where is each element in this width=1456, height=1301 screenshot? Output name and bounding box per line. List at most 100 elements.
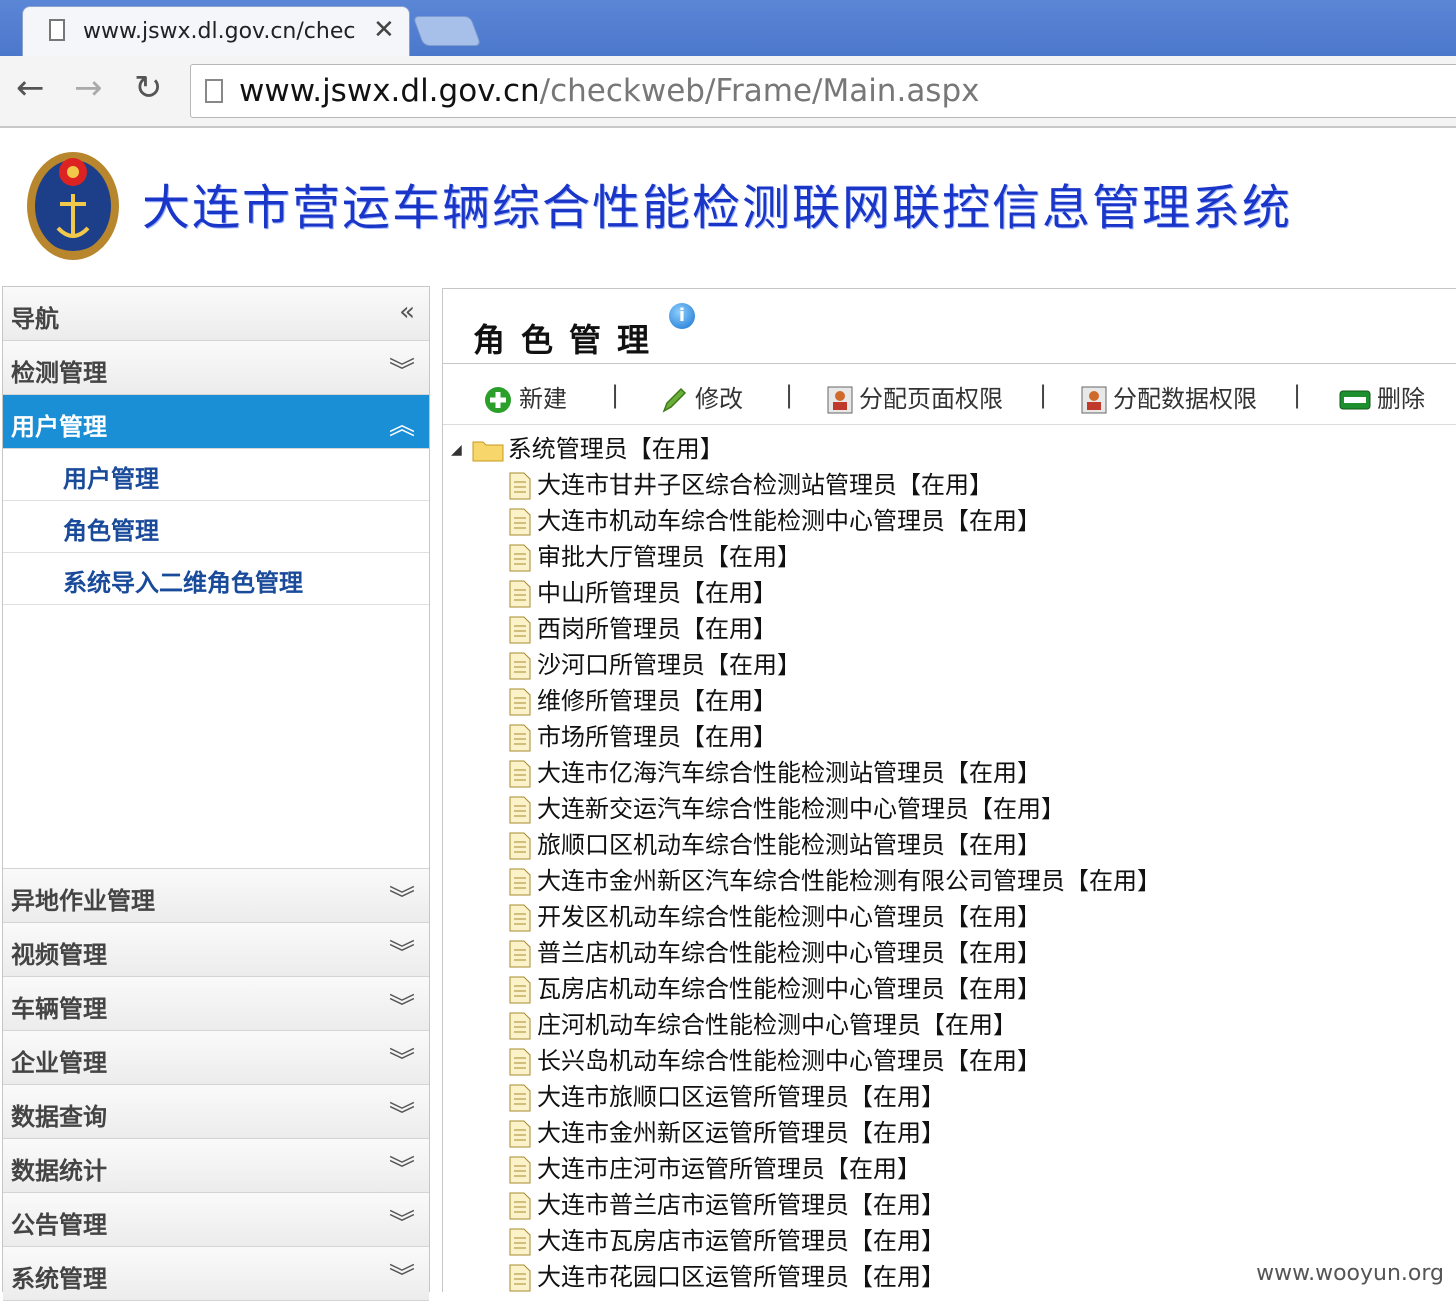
url-path: /checkweb/Frame/Main.aspx bbox=[540, 73, 980, 109]
separator: | bbox=[1039, 381, 1047, 409]
divider bbox=[443, 363, 1456, 364]
sidebar-item-label: 系统导入二维角色管理 bbox=[63, 563, 303, 598]
page-title: 角色管理 bbox=[473, 315, 665, 361]
delete-button[interactable]: 删除 bbox=[1339, 379, 1425, 414]
new-button[interactable]: 新建 bbox=[483, 379, 567, 415]
chevron-down-icon: ︾ bbox=[389, 879, 415, 916]
tree-node[interactable]: 大连市金州新区汽车综合性能检测有限公司管理员【在用】 bbox=[507, 861, 1161, 897]
tree-node[interactable]: 西岗所管理员【在用】 bbox=[507, 609, 777, 645]
sidebar-group-data-query[interactable]: 数据查询 ︾ bbox=[3, 1085, 429, 1139]
assign-page-permission-label: 分配页面权限 bbox=[859, 385, 1003, 413]
document-icon bbox=[507, 1120, 533, 1148]
sidebar-group-users[interactable]: 用户管理 ︽ bbox=[3, 395, 429, 449]
document-icon bbox=[507, 1156, 533, 1184]
collapse-icon[interactable]: « bbox=[399, 297, 415, 327]
sidebar-group-announcements[interactable]: 公告管理 ︾ bbox=[3, 1193, 429, 1247]
sidebar-group-label: 车辆管理 bbox=[11, 989, 107, 1024]
tree-node[interactable]: 长兴岛机动车综合性能检测中心管理员【在用】 bbox=[507, 1041, 1041, 1077]
url-text: www.jswx.dl.gov.cn/checkweb/Frame/Main.a… bbox=[239, 73, 979, 109]
tree-node[interactable]: 中山所管理员【在用】 bbox=[507, 573, 777, 609]
tree-node[interactable]: 大连市旅顺口区运管所管理员【在用】 bbox=[507, 1077, 945, 1113]
tab-close-icon[interactable]: ✕ bbox=[373, 15, 395, 45]
info-icon[interactable]: i bbox=[669, 303, 695, 329]
expand-arrow-icon[interactable]: ◢ bbox=[451, 442, 462, 458]
tree-node[interactable]: 普兰店机动车综合性能检测中心管理员【在用】 bbox=[507, 933, 1041, 969]
tree-node[interactable]: 大连市亿海汽车综合性能检测站管理员【在用】 bbox=[507, 753, 1041, 789]
sidebar-item-role-management[interactable]: 角色管理 bbox=[3, 501, 429, 553]
sidebar-group-system[interactable]: 系统管理 ︾ bbox=[3, 1247, 429, 1301]
page-icon bbox=[205, 79, 223, 103]
document-icon bbox=[507, 760, 533, 788]
tree-node[interactable]: 大连市瓦房店市运管所管理员【在用】 bbox=[507, 1221, 945, 1257]
tree-node[interactable]: 大连市金州新区运管所管理员【在用】 bbox=[507, 1113, 945, 1149]
user-card-icon bbox=[827, 386, 853, 414]
document-icon bbox=[507, 616, 533, 644]
tree-node-root[interactable]: ◢ 系统管理员【在用】 bbox=[451, 429, 724, 465]
sidebar-group-label: 视频管理 bbox=[11, 935, 107, 970]
sidebar-group-remote-ops[interactable]: 异地作业管理 ︾ bbox=[3, 869, 429, 923]
tree-node[interactable]: 大连新交运汽车综合性能检测中心管理员【在用】 bbox=[507, 789, 1065, 825]
sidebar-group-label: 数据查询 bbox=[11, 1097, 107, 1132]
nav-header: 导航 « bbox=[3, 287, 429, 341]
watermark: www.wooyun.org bbox=[1256, 1261, 1444, 1286]
forward-button[interactable]: → bbox=[74, 68, 103, 108]
assign-data-permission-button[interactable]: 分配数据权限 bbox=[1081, 379, 1257, 414]
sidebar-group-statistics[interactable]: 数据统计 ︾ bbox=[3, 1139, 429, 1193]
sidebar-group-video[interactable]: 视频管理 ︾ bbox=[3, 923, 429, 977]
document-icon bbox=[507, 724, 533, 752]
document-icon bbox=[507, 652, 533, 680]
sidebar-group-label: 异地作业管理 bbox=[11, 881, 155, 916]
tree-node[interactable]: 沙河口所管理员【在用】 bbox=[507, 645, 801, 681]
reload-button[interactable]: ↻ bbox=[134, 68, 163, 108]
sidebar-group-enterprise[interactable]: 企业管理 ︾ bbox=[3, 1031, 429, 1085]
tree-node[interactable]: 大连市机动车综合性能检测中心管理员【在用】 bbox=[507, 501, 1041, 537]
tree-node[interactable]: 大连市庄河市运管所管理员【在用】 bbox=[507, 1149, 921, 1185]
tree-node-label: 大连市旅顺口区运管所管理员【在用】 bbox=[537, 1083, 945, 1111]
document-icon bbox=[507, 688, 533, 716]
tree-node[interactable]: 庄河机动车综合性能检测中心管理员【在用】 bbox=[507, 1005, 1017, 1041]
edit-button[interactable]: 修改 bbox=[659, 379, 743, 415]
document-icon bbox=[507, 1012, 533, 1040]
address-bar[interactable]: www.jswx.dl.gov.cn/checkweb/Frame/Main.a… bbox=[190, 64, 1456, 118]
sidebar-group-label: 检测管理 bbox=[11, 353, 107, 388]
tree-node[interactable]: 大连市甘井子区综合检测站管理员【在用】 bbox=[507, 465, 993, 501]
main-panel: 角色管理 i 新建 | 修改 | 分配页面权限 | 分配数据权限 | 删除 ◢系… bbox=[442, 288, 1456, 1292]
tree-node-label: 西岗所管理员【在用】 bbox=[537, 615, 777, 643]
tree-node[interactable]: 开发区机动车综合性能检测中心管理员【在用】 bbox=[507, 897, 1041, 933]
tree-node[interactable]: 市场所管理员【在用】 bbox=[507, 717, 777, 753]
tree-node-label: 大连市瓦房店市运管所管理员【在用】 bbox=[537, 1227, 945, 1255]
chevron-down-icon: ︾ bbox=[389, 1041, 415, 1078]
sidebar-group-inspection[interactable]: 检测管理 ︾ bbox=[3, 341, 429, 395]
chevron-down-icon: ︾ bbox=[389, 1149, 415, 1186]
pencil-icon bbox=[659, 385, 689, 415]
back-button[interactable]: ← bbox=[16, 68, 45, 108]
tree-node[interactable]: 旅顺口区机动车综合性能检测站管理员【在用】 bbox=[507, 825, 1041, 861]
tree-node[interactable]: 维修所管理员【在用】 bbox=[507, 681, 777, 717]
sidebar-nav: 导航 « 检测管理 ︾ 用户管理 ︽ 用户管理 角色管理 系统导入二维角色管理 … bbox=[2, 286, 430, 1292]
user-card-icon bbox=[1081, 386, 1107, 414]
new-tab-button[interactable] bbox=[413, 16, 482, 46]
tree-node[interactable]: 大连市花园口区运管所管理员【在用】 bbox=[507, 1257, 945, 1293]
tree-node[interactable]: 审批大厅管理员【在用】 bbox=[507, 537, 801, 573]
page-icon bbox=[49, 19, 65, 41]
assign-page-permission-button[interactable]: 分配页面权限 bbox=[827, 379, 1003, 414]
chevron-down-icon: ︾ bbox=[389, 351, 415, 388]
tree-node-label: 大连市庄河市运管所管理员【在用】 bbox=[537, 1155, 921, 1183]
document-icon bbox=[507, 976, 533, 1004]
folder-icon bbox=[472, 438, 504, 462]
browser-tab[interactable]: www.jswx.dl.gov.cn/chec ✕ bbox=[22, 6, 410, 56]
sidebar-item-label: 用户管理 bbox=[63, 459, 159, 494]
tree-node-label: 系统管理员【在用】 bbox=[508, 435, 724, 463]
tree-node-label: 开发区机动车综合性能检测中心管理员【在用】 bbox=[537, 903, 1041, 931]
system-title: 大连市营运车辆综合性能检测联网联控信息管理系统 bbox=[142, 168, 1292, 238]
sidebar-item-2d-role-import[interactable]: 系统导入二维角色管理 bbox=[3, 553, 429, 605]
tree-node[interactable]: 大连市普兰店市运管所管理员【在用】 bbox=[507, 1185, 945, 1221]
sidebar-item-user-management[interactable]: 用户管理 bbox=[3, 449, 429, 501]
tree-node-label: 大连市金州新区汽车综合性能检测有限公司管理员【在用】 bbox=[537, 867, 1161, 895]
tree-node[interactable]: 瓦房店机动车综合性能检测中心管理员【在用】 bbox=[507, 969, 1041, 1005]
separator: | bbox=[785, 381, 793, 409]
edit-label: 修改 bbox=[695, 385, 743, 413]
document-icon bbox=[507, 832, 533, 860]
site-banner: 大连市营运车辆综合性能检测联网联控信息管理系统 bbox=[0, 130, 1456, 276]
sidebar-group-vehicles[interactable]: 车辆管理 ︾ bbox=[3, 977, 429, 1031]
